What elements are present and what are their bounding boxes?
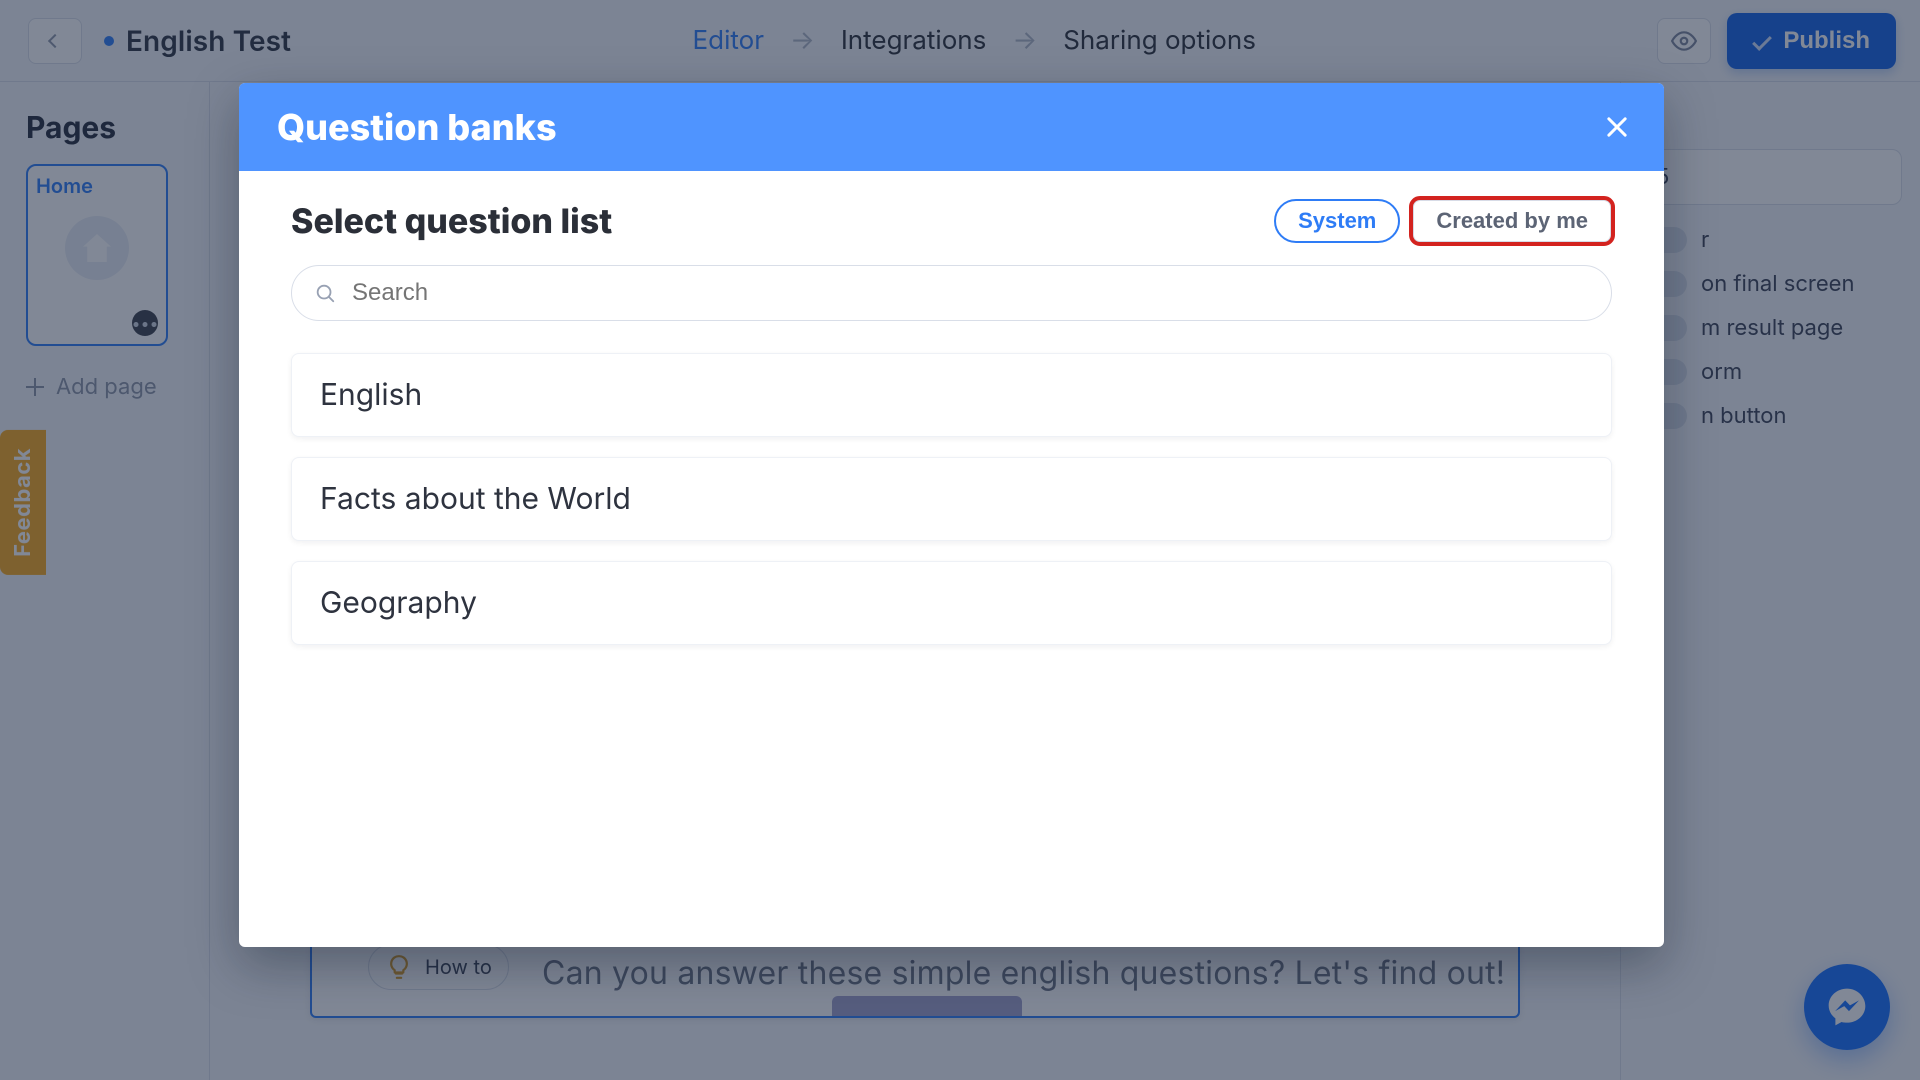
question-banks-modal: Question banks Select question list Syst… bbox=[239, 83, 1664, 947]
close-icon bbox=[1603, 113, 1631, 141]
modal-header: Question banks bbox=[239, 83, 1664, 171]
modal-body: Select question list System Created by m… bbox=[239, 171, 1664, 673]
list-item[interactable]: Geography bbox=[291, 561, 1612, 645]
modal-subtitle: Select question list bbox=[291, 201, 612, 242]
list-item-label: Facts about the World bbox=[320, 481, 631, 517]
list-item-label: English bbox=[320, 377, 422, 413]
source-system-button[interactable]: System bbox=[1274, 199, 1400, 243]
search-field[interactable] bbox=[291, 265, 1612, 321]
list-item-label: Geography bbox=[320, 585, 477, 621]
source-created-by-me-button[interactable]: Created by me bbox=[1412, 199, 1612, 243]
modal-subheader: Select question list System Created by m… bbox=[291, 199, 1612, 243]
source-system-label: System bbox=[1298, 208, 1376, 234]
search-icon bbox=[314, 282, 336, 304]
list-item[interactable]: Facts about the World bbox=[291, 457, 1612, 541]
question-list: English Facts about the World Geography bbox=[291, 353, 1612, 645]
modal-title: Question banks bbox=[277, 105, 557, 149]
source-created-label: Created by me bbox=[1436, 208, 1588, 234]
list-item[interactable]: English bbox=[291, 353, 1612, 437]
source-toggle: System Created by me bbox=[1274, 199, 1612, 243]
modal-close-button[interactable] bbox=[1596, 106, 1638, 148]
search-input[interactable] bbox=[350, 278, 1589, 308]
